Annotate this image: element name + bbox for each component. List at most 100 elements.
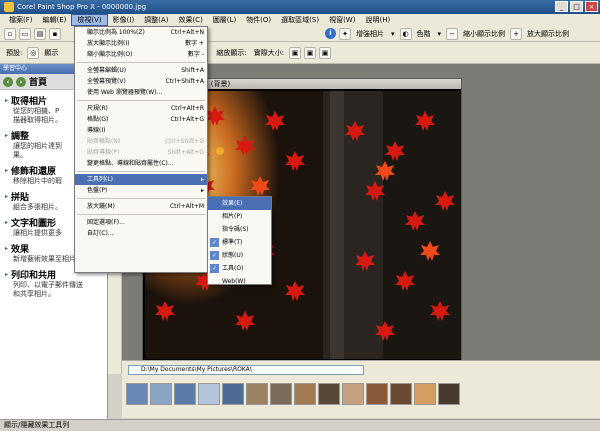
- menu-separator: [77, 100, 205, 101]
- folder-path-input[interactable]: D:\My Documents\My Pictures\ROKA\: [128, 365, 364, 375]
- menu-item-web-preview[interactable]: 使用 Web 瀏覽器預覽(W)...: [75, 87, 207, 98]
- submenu-item-label: 指令碼(S): [222, 226, 249, 233]
- thumbnail[interactable]: [414, 383, 436, 405]
- zoom-out-icon[interactable]: −: [446, 27, 459, 40]
- new-file-icon[interactable]: ▫: [4, 27, 16, 40]
- toolbars-submenu: 效果(E) 相片(P) 指令碼(S) ✓ 標準(T) ✓ 狀態(U) ✓ 工具(O) …: [207, 196, 272, 285]
- window-controls: _ □ ×: [555, 1, 598, 12]
- minimize-button[interactable]: _: [555, 1, 568, 12]
- menu-layers[interactable]: 圖層(L): [208, 14, 241, 26]
- levels-icon[interactable]: ◐: [399, 27, 412, 40]
- menu-item-shortcut: Ctrl+Shift+G: [164, 138, 204, 145]
- actual-size-icon[interactable]: ▣: [319, 46, 332, 59]
- submenu-item-label: 工具(O): [222, 265, 244, 272]
- menu-item-zoom-100[interactable]: 顯示比例為 100%(Z) Ctrl+Alt+N: [75, 27, 207, 38]
- save-icon[interactable]: ▪: [49, 27, 61, 40]
- menu-file[interactable]: 檔案(F): [4, 14, 38, 26]
- thumbnail-strip: [126, 383, 460, 405]
- thumbnail[interactable]: [366, 383, 388, 405]
- thumbnail[interactable]: [174, 383, 196, 405]
- menu-item-zoom-in[interactable]: 放大顯示比例(I) 數字 +: [75, 38, 207, 49]
- zoom-in-button[interactable]: 放大顯示比例: [525, 29, 571, 39]
- thumbnail[interactable]: [198, 383, 220, 405]
- thumbnail[interactable]: [390, 383, 412, 405]
- menu-item-fullscreen-edit[interactable]: 全螢幕編輯(U) Shift+A: [75, 65, 207, 76]
- thumbnail[interactable]: [342, 383, 364, 405]
- menu-window[interactable]: 視窗(W): [324, 14, 360, 26]
- menu-item-fullscreen-preview[interactable]: 全螢幕預覽(V) Ctrl+Shift+A: [75, 76, 207, 87]
- thumbnail[interactable]: [246, 383, 268, 405]
- levels-button[interactable]: 色階: [415, 29, 433, 39]
- menu-item-palettes[interactable]: 色盤(P) ▸: [75, 185, 207, 196]
- menu-item-label: 導線(I): [87, 127, 106, 134]
- open-file-icon[interactable]: ▭: [19, 27, 31, 40]
- menu-item-shortcut: Ctrl+Shift+A: [165, 78, 204, 85]
- submenu-item-effects[interactable]: 效果(E): [208, 197, 271, 210]
- menu-item-rulers[interactable]: 尺規(R) Ctrl+Alt+R: [75, 103, 207, 114]
- submenu-item-script[interactable]: 指令碼(S): [208, 223, 271, 236]
- fit-image-icon[interactable]: ▣: [304, 46, 317, 59]
- menu-item-magnifier[interactable]: 放大鏡(M) Ctrl+Alt+M: [75, 201, 207, 212]
- chevron-down-icon[interactable]: ▾: [389, 30, 397, 38]
- preset-label: 預設:: [6, 48, 23, 57]
- submenu-item-web[interactable]: Web(W): [208, 275, 271, 288]
- menu-adjust[interactable]: 調整(A): [139, 14, 173, 26]
- submenu-item-photo[interactable]: 相片(P): [208, 210, 271, 223]
- thumbnail[interactable]: [294, 383, 316, 405]
- menu-objects[interactable]: 物件(O): [241, 14, 276, 26]
- menu-image[interactable]: 影像(I): [108, 14, 140, 26]
- menu-item-shortcut: 數字 -: [187, 51, 204, 58]
- thumbnail[interactable]: [438, 383, 460, 405]
- preset-icon[interactable]: ◎: [27, 46, 40, 59]
- menu-item-snap-grid: 貼齊格點(N) Ctrl+Shift+G: [75, 136, 207, 147]
- menu-effects[interactable]: 效果(C): [173, 14, 207, 26]
- thumbnail[interactable]: [222, 383, 244, 405]
- window-title: Corel Paint Shop Pro X - 0000000.jpg: [17, 3, 147, 11]
- zoom-in-icon[interactable]: +: [510, 27, 523, 40]
- menu-item-grid[interactable]: 格點(G) Ctrl+Alt+G: [75, 114, 207, 125]
- forward-icon[interactable]: ›: [16, 76, 26, 87]
- browse-icon[interactable]: ▤: [34, 27, 46, 40]
- fit-window-icon[interactable]: ▣: [289, 46, 302, 59]
- menu-item-label: 放大顯示比例(I): [87, 40, 130, 47]
- enhance-photo-icon[interactable]: ✦: [339, 27, 351, 40]
- menu-item-shortcut: Ctrl+Alt+N: [170, 29, 204, 36]
- menu-item-guides[interactable]: 導線(I): [75, 125, 207, 136]
- menu-selections[interactable]: 選取區域(S): [276, 14, 324, 26]
- thumbnail[interactable]: [126, 383, 148, 405]
- submenu-item-status[interactable]: ✓ 狀態(U): [208, 249, 271, 262]
- menu-item-label: 貼齊格點(N): [87, 138, 121, 145]
- submenu-item-standard[interactable]: ✓ 標準(T): [208, 236, 271, 249]
- submenu-item-tools[interactable]: ✓ 工具(O): [208, 262, 271, 275]
- menu-item-grid-properties[interactable]: 變更格點、導線和貼齊屬性(C)...: [75, 158, 207, 169]
- menu-item-label: 格點(G): [87, 116, 109, 123]
- maximize-button[interactable]: □: [570, 1, 583, 12]
- menu-view[interactable]: 檢視(V): [71, 14, 108, 26]
- app-icon: [4, 2, 14, 12]
- menu-item-customize[interactable]: 自訂(C)...: [75, 228, 207, 239]
- actual-size-label: 實際大小:: [253, 48, 285, 57]
- info-icon[interactable]: i: [325, 28, 336, 39]
- thumbnail[interactable]: [150, 383, 172, 405]
- menu-help[interactable]: 說明(H): [360, 14, 395, 26]
- lc-desc: 和共享相片。: [13, 290, 55, 298]
- back-icon[interactable]: ‹: [3, 76, 13, 87]
- close-button[interactable]: ×: [585, 1, 598, 12]
- thumbnail[interactable]: [270, 383, 292, 405]
- enhance-photo-button[interactable]: 增強相片: [354, 29, 386, 39]
- chevron-down-icon[interactable]: ▾: [436, 30, 444, 38]
- home-label[interactable]: 首頁: [29, 75, 47, 88]
- menu-item-shortcut: Ctrl+Alt+M: [169, 203, 204, 210]
- menu-item-zoom-out[interactable]: 縮小顯示比例(O) 數字 -: [75, 49, 207, 60]
- menu-bar: 檔案(F) 編輯(E) 檢視(V) 影像(I) 調整(A) 效果(C) 圖層(L…: [0, 14, 600, 26]
- organizer-panel: D:\My Documents\My Pictures\ROKA\: [122, 360, 600, 418]
- thumbnail[interactable]: [318, 383, 340, 405]
- menu-edit[interactable]: 編輯(E): [38, 14, 72, 26]
- checkmark-icon: ✓: [210, 251, 219, 260]
- submenu-arrow-icon: ▸: [200, 187, 204, 194]
- menu-item-fixed-options[interactable]: 固定選項(F)...: [75, 217, 207, 228]
- menu-item-label: 變更格點、導線和貼齊屬性(C)...: [87, 160, 174, 167]
- menu-item-toolbars[interactable]: 工具列(L) ▸: [75, 174, 207, 185]
- menu-item-shortcut: Ctrl+Alt+G: [170, 116, 204, 123]
- zoom-out-button[interactable]: 縮小顯示比例: [461, 29, 507, 39]
